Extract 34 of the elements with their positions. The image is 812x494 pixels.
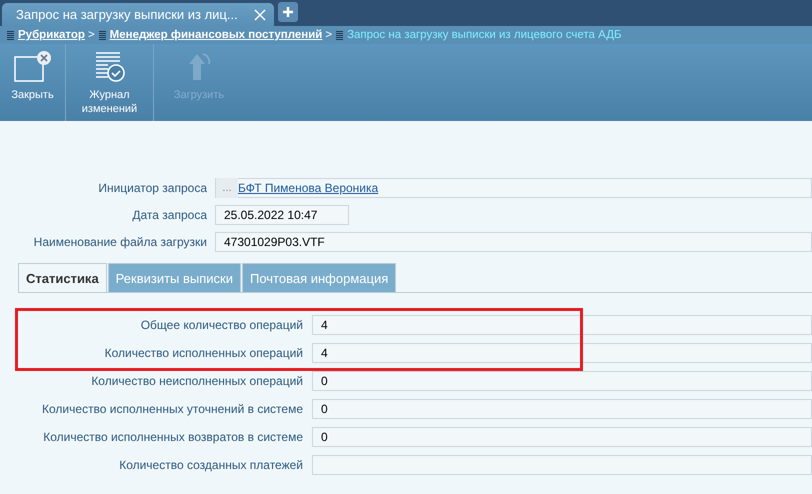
new-tab-button[interactable] — [278, 2, 298, 22]
toolbar-button[interactable]: Журнал изменений — [66, 44, 154, 121]
close-icon — [14, 50, 52, 84]
field-label: Инициатор запроса — [97, 180, 208, 194]
input-field[interactable]: 0 — [312, 399, 812, 419]
initiator-link[interactable]: БФТ Пименова Вероника — [238, 180, 378, 194]
field-label: Количество созданных платежей — [118, 458, 304, 472]
input-field[interactable]: 4 — [312, 343, 812, 363]
document-icon — [98, 30, 107, 40]
plus-icon — [282, 6, 294, 18]
field-label: Общее количество операций — [140, 318, 304, 332]
tab[interactable]: Статистика — [18, 263, 107, 292]
input-field[interactable]: 25.05.2022 10:47 — [215, 204, 349, 224]
breadcrumb-separator: > — [325, 29, 332, 41]
field-label: Наименование файла загрузки — [32, 234, 208, 248]
field-label: Количество исполненных возвратов в системе — [42, 430, 304, 444]
breadcrumb-link[interactable]: Менеджер финансовых поступлений — [110, 29, 322, 41]
field-label: Количество неисполненных операций — [90, 374, 304, 388]
field-label: Дата запроса — [131, 208, 208, 222]
input-field[interactable]: 4 — [312, 315, 812, 335]
field-label: Количество исполненных операций — [104, 346, 304, 360]
input-field[interactable]: 47301029P03.VTF — [215, 232, 812, 252]
document-icon — [335, 30, 344, 40]
document-icon — [6, 30, 15, 40]
lookup-field[interactable]: ... БФТ Пименова Вероника — [215, 178, 812, 198]
breadcrumb-link[interactable]: Рубрикатор — [18, 29, 85, 41]
input-field[interactable]: 0 — [312, 427, 812, 447]
close-icon[interactable] — [254, 8, 266, 20]
toolbar-button[interactable]: Закрыть — [0, 44, 66, 121]
tab-title: Запрос на загрузку выписки из лиц... — [16, 7, 238, 22]
input-field[interactable] — [312, 455, 812, 475]
breadcrumb-separator: > — [88, 29, 95, 41]
input-field[interactable]: 0 — [312, 371, 812, 391]
field-label: Количество исполненных уточнений в системе — [41, 402, 304, 416]
